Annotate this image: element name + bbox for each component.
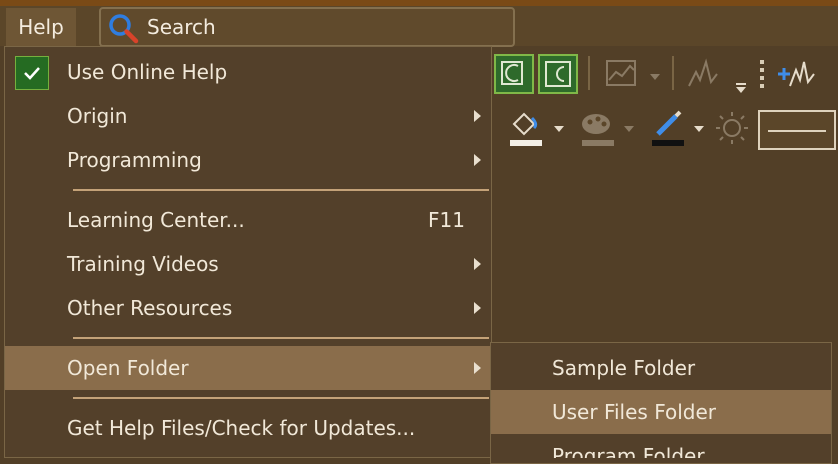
menu-item-programming[interactable]: Programming <box>5 138 491 182</box>
submenu-item-program-folder[interactable]: Program Folder <box>491 434 831 458</box>
menu-item-label: Learning Center... <box>67 208 245 232</box>
peak-icon <box>688 58 718 87</box>
submenu-arrow-icon <box>474 362 481 374</box>
line-chart-icon <box>606 60 636 86</box>
menu-item-label: Origin <box>67 104 128 128</box>
toolbar-format <box>490 106 838 154</box>
menu-separator <box>73 189 489 191</box>
submenu-item-user-files-folder[interactable]: User Files Folder <box>491 390 831 434</box>
chevron-down-icon[interactable] <box>554 126 564 132</box>
menu-item-label: Open Folder <box>67 356 189 380</box>
menu-item-learning-center[interactable]: Learning Center... F11 <box>5 198 491 242</box>
chevron-down-icon[interactable] <box>694 126 704 132</box>
menu-separator <box>73 397 489 399</box>
palette-icon <box>582 114 614 146</box>
peak-button[interactable] <box>686 58 722 94</box>
search-placeholder: Search <box>147 15 216 39</box>
help-menu-dropdown: Use Online Help Origin Programming Learn… <box>4 46 492 458</box>
menu-item-get-help-files[interactable]: Get Help Files/Check for Updates... <box>5 406 491 450</box>
graph-window-button[interactable] <box>494 54 534 94</box>
menu-item-label: Get Help Files/Check for Updates... <box>67 416 416 440</box>
open-folder-submenu: Sample Folder User Files Folder Program … <box>490 342 832 464</box>
line-color-button[interactable] <box>648 110 688 152</box>
submenu-item-sample-folder[interactable]: Sample Folder <box>491 346 831 390</box>
line-style-selector[interactable] <box>758 110 836 150</box>
paint-bucket-icon <box>510 112 542 146</box>
toolbar-separator <box>588 56 590 90</box>
light-button[interactable] <box>714 110 750 150</box>
menu-item-open-folder[interactable]: Open Folder <box>5 346 491 390</box>
toolbar-separator <box>672 56 674 90</box>
add-peak-button[interactable] <box>776 58 816 94</box>
plot-button[interactable] <box>604 58 640 94</box>
menu-item-training-videos[interactable]: Training Videos <box>5 242 491 286</box>
merge-graph-button[interactable] <box>538 54 578 94</box>
checkmark-icon <box>15 56 49 90</box>
submenu-item-label: Program Folder <box>552 444 705 458</box>
menu-item-other-resources[interactable]: Other Resources <box>5 286 491 330</box>
submenu-arrow-icon <box>474 302 481 314</box>
menu-item-use-online-help[interactable]: Use Online Help <box>5 50 491 94</box>
help-menu-button[interactable]: Help <box>6 8 76 46</box>
menu-item-label: Training Videos <box>67 252 219 276</box>
merge-icon <box>545 61 571 87</box>
submenu-item-label: Sample Folder <box>552 356 696 380</box>
menu-item-label: Programming <box>67 148 202 172</box>
fill-color-button[interactable] <box>506 110 546 152</box>
pattern-button[interactable] <box>578 110 618 152</box>
submenu-arrow-icon <box>474 154 481 166</box>
submenu-item-label: User Files Folder <box>552 400 716 424</box>
menu-item-label: Other Resources <box>67 296 233 320</box>
lightbulb-icon <box>716 112 748 144</box>
toolbar-grip[interactable] <box>760 60 764 90</box>
shortcut-label: F11 <box>428 208 465 232</box>
search-box[interactable]: Search <box>99 7 515 47</box>
layers-icon <box>501 61 523 85</box>
overflow-icon[interactable] <box>734 80 748 99</box>
menu-item-origin[interactable]: Origin <box>5 94 491 138</box>
toolbar-top <box>490 52 838 100</box>
search-icon <box>109 14 139 44</box>
menu-item-label: Use Online Help <box>67 60 228 84</box>
pen-icon <box>652 110 684 146</box>
add-peak-icon <box>778 61 815 87</box>
submenu-arrow-icon <box>474 110 481 122</box>
menu-bar: Help Search <box>0 6 838 47</box>
chevron-down-icon[interactable] <box>650 74 660 80</box>
menu-separator <box>73 337 489 339</box>
chevron-down-icon[interactable] <box>624 126 634 132</box>
submenu-arrow-icon <box>474 258 481 270</box>
